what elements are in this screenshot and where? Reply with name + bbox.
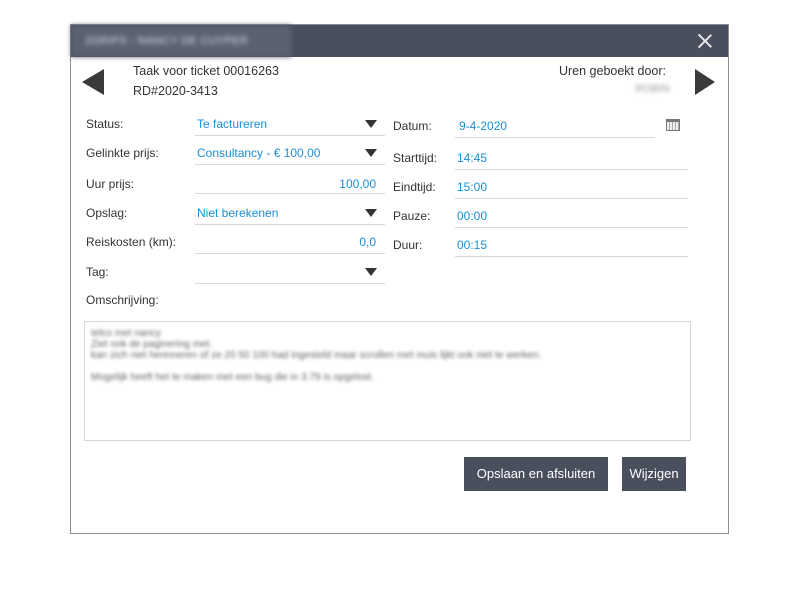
surcharge-value: Niet berekenen — [197, 206, 279, 220]
duration-input[interactable]: 00:15 — [455, 234, 688, 256]
surcharge-caret-down-icon — [365, 209, 377, 217]
tag-underline — [195, 283, 385, 284]
description-blank-line — [91, 361, 684, 372]
status-select[interactable]: Te factureren — [195, 113, 385, 135]
end-time-underline — [455, 198, 688, 199]
previous-arrow-icon[interactable] — [82, 69, 104, 95]
pause-input[interactable]: 00:00 — [455, 205, 688, 227]
pause-label: Pauze: — [393, 209, 431, 223]
date-input[interactable]: 9-4-2020 — [455, 115, 685, 137]
status-label: Status: — [86, 117, 124, 131]
date-value: 9-4-2020 — [459, 119, 508, 133]
linked-price-select[interactable]: Consultancy - € 100,00 — [195, 142, 385, 164]
surcharge-label: Opslag: — [86, 206, 128, 220]
start-time-underline — [455, 169, 688, 170]
ticket-task-dialog: 2GRIPS - NANCY DE CUYPER Taak voor ticke… — [70, 24, 729, 534]
tag-caret-down-icon — [365, 268, 377, 276]
linked-price-caret-down-icon — [365, 149, 377, 157]
hour-price-value: 100,00 — [339, 177, 376, 191]
end-time-label: Eindtijd: — [393, 180, 436, 194]
dialog-titlebar: 2GRIPS - NANCY DE CUYPER — [71, 25, 728, 57]
dialog-title: 2GRIPS - NANCY DE CUYPER — [71, 25, 291, 57]
status-underline — [195, 135, 385, 136]
end-time-value: 15:00 — [457, 180, 488, 194]
pause-value: 00:00 — [457, 209, 488, 223]
end-time-input[interactable]: 15:00 — [455, 176, 688, 198]
start-time-input[interactable]: 14:45 — [455, 147, 688, 169]
linked-price-underline — [195, 164, 385, 165]
description-line: kan zich niet herinneren of ze 20 50 100… — [91, 350, 542, 361]
description-textarea[interactable]: telco met nancy Ziet ook de paginering m… — [84, 321, 691, 441]
ticket-reference: RD#2020-3413 — [133, 84, 218, 98]
description-line: telco met nancy — [91, 328, 162, 339]
hours-booked-user: ROBIN — [635, 83, 670, 95]
surcharge-underline — [195, 224, 385, 225]
date-label: Datum: — [393, 119, 432, 133]
hour-price-input[interactable]: 100,00 — [195, 173, 385, 195]
hour-price-label: Uur prijs: — [86, 177, 135, 191]
hour-price-underline — [195, 193, 385, 194]
surcharge-select[interactable]: Niet berekenen — [195, 202, 385, 224]
start-time-value: 14:45 — [457, 151, 488, 165]
travel-input[interactable]: 0,0 — [195, 231, 385, 253]
tag-select[interactable] — [195, 261, 385, 283]
next-arrow-icon[interactable] — [695, 69, 715, 95]
linked-price-label: Gelinkte prijs: — [86, 146, 159, 160]
description-line: Ziet ook de paginering met. — [91, 339, 213, 350]
tag-label: Tag: — [86, 265, 109, 279]
duration-value: 00:15 — [457, 238, 488, 252]
ticket-title: Taak voor ticket 00016263 — [133, 64, 279, 78]
travel-value: 0,0 — [359, 235, 376, 249]
duration-label: Duur: — [393, 238, 423, 252]
save-and-close-button[interactable]: Opslaan en afsluiten — [464, 457, 608, 491]
start-time-label: Starttijd: — [393, 151, 438, 165]
close-icon[interactable] — [696, 32, 714, 50]
date-underline — [455, 137, 655, 138]
status-value: Te factureren — [197, 117, 268, 131]
edit-button[interactable]: Wijzigen — [622, 457, 686, 491]
travel-label: Reiskosten (km): — [86, 235, 177, 249]
travel-underline — [195, 253, 385, 254]
description-line: Mogelijk heeft het te maken met een bug … — [91, 372, 374, 383]
pause-underline — [455, 227, 688, 228]
description-label: Omschrijving: — [86, 293, 159, 307]
duration-underline — [455, 256, 688, 257]
status-caret-down-icon — [365, 120, 377, 128]
linked-price-value: Consultancy - € 100,00 — [197, 146, 321, 160]
hours-booked-label: Uren geboekt door: — [558, 64, 666, 78]
calendar-icon[interactable] — [666, 119, 680, 131]
